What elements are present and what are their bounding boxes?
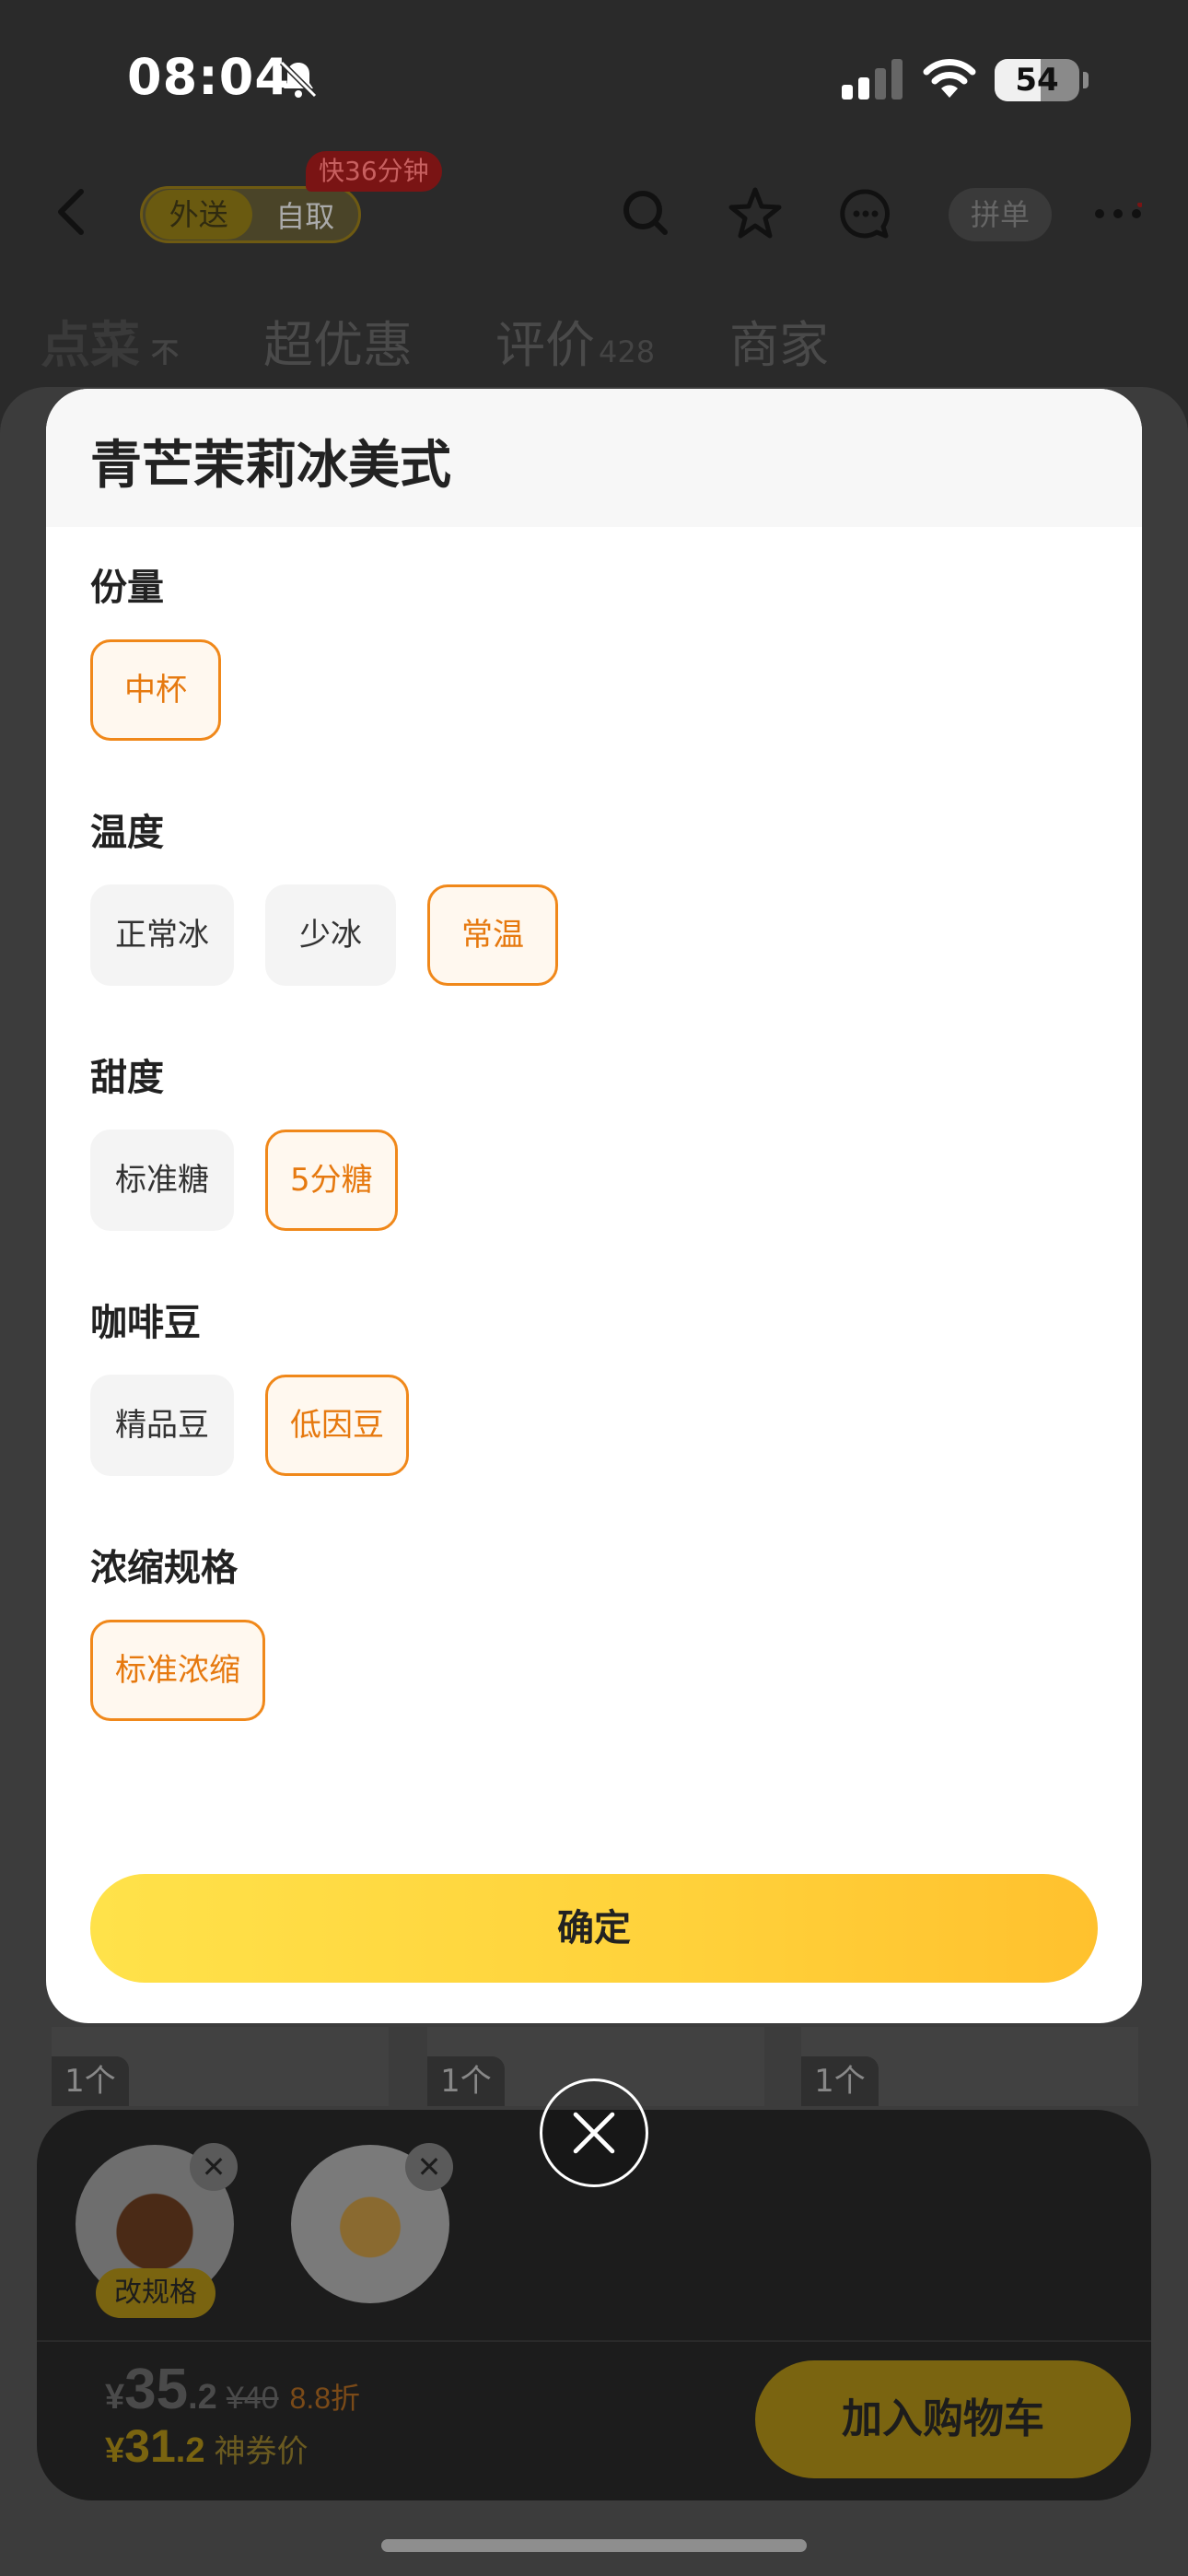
- group-label: 温度: [90, 812, 164, 854]
- mode-pickup[interactable]: 自取: [252, 193, 359, 236]
- option-chip-less-ice[interactable]: 少冰: [265, 884, 396, 986]
- coupon-price-line: ¥31.2 神券价: [105, 2419, 308, 2473]
- option-group-beans: 咖啡豆 精品豆 低因豆: [90, 1295, 1103, 1476]
- battery-icon: 54: [995, 59, 1079, 101]
- status-bar: 08:04 54: [0, 0, 1188, 147]
- option-group-size: 份量 中杯: [90, 560, 1103, 741]
- option-chip-standard-espresso[interactable]: 标准浓缩: [90, 1620, 265, 1721]
- currency-symbol: ¥: [105, 2378, 125, 2417]
- wifi-icon: [923, 59, 976, 98]
- back-arrow-icon[interactable]: [48, 184, 94, 240]
- mode-delivery[interactable]: 外送: [146, 190, 252, 240]
- menu-item-thumb[interactable]: 1个: [801, 2027, 1138, 2106]
- tab-order-sub: 不: [151, 337, 179, 369]
- option-chip-normal-ice[interactable]: 正常冰: [90, 884, 234, 986]
- more-icon[interactable]: [1094, 203, 1142, 225]
- option-chips: 精品豆 低因豆: [90, 1375, 1103, 1476]
- option-chips: 中杯: [90, 639, 1103, 741]
- tab-deals[interactable]: 超优惠: [263, 304, 413, 377]
- confirm-button[interactable]: 确定: [90, 1874, 1098, 1983]
- tab-reviews[interactable]: 评价 428: [495, 304, 655, 377]
- option-chips: 标准浓缩: [90, 1620, 1103, 1721]
- currency-symbol: ¥: [105, 2431, 125, 2470]
- cell-signal-icon: [842, 59, 903, 100]
- option-chip-room-temp[interactable]: 常温: [427, 884, 558, 986]
- option-group-temperature: 温度 正常冰 少冰 常温: [90, 805, 1103, 986]
- remove-item-button[interactable]: ✕: [405, 2143, 453, 2191]
- thumb-quantity: 1个: [801, 2056, 879, 2106]
- tab-merchant[interactable]: 商家: [729, 304, 829, 377]
- option-chip-decaf-bean[interactable]: 低因豆: [265, 1375, 409, 1476]
- change-spec-button[interactable]: 改规格: [96, 2268, 215, 2318]
- modal-header: 青芒茉莉冰美式: [46, 389, 1142, 527]
- eta-badge: 快36分钟: [306, 151, 442, 192]
- option-group-espresso: 浓缩规格 标准浓缩: [90, 1540, 1103, 1721]
- search-icon[interactable]: [617, 184, 676, 243]
- option-chip-standard-sugar[interactable]: 标准糖: [90, 1130, 234, 1231]
- group-order-button[interactable]: 拼单: [949, 188, 1052, 241]
- coupon-label: 神券价: [214, 2434, 309, 2469]
- review-count: 428: [599, 334, 656, 369]
- product-title: 青芒茉莉冰美式: [90, 436, 451, 496]
- close-modal-icon[interactable]: [540, 2078, 648, 2187]
- home-indicator: [381, 2539, 807, 2552]
- thumb-quantity: 1个: [52, 2056, 129, 2106]
- tab-row: 点菜不 超优惠 评价 428 商家: [0, 304, 1188, 387]
- group-label: 甜度: [90, 1057, 164, 1099]
- bell-mute-icon: [279, 60, 318, 99]
- battery-percent: 54: [1015, 62, 1059, 99]
- option-chips: 标准糖 5分糖: [90, 1130, 1103, 1231]
- option-group-sweetness: 甜度 标准糖 5分糖: [90, 1050, 1103, 1231]
- battery-cap: [1083, 72, 1089, 88]
- group-label: 浓缩规格: [90, 1547, 238, 1589]
- remove-item-button[interactable]: ✕: [190, 2143, 238, 2191]
- tab-order[interactable]: 点菜不: [41, 304, 179, 377]
- add-to-cart-button[interactable]: 加入购物车: [755, 2360, 1131, 2478]
- group-label: 份量: [90, 567, 164, 609]
- price-decimal: .2: [188, 2378, 217, 2417]
- delivery-mode-toggle[interactable]: 外送 自取: [140, 186, 361, 243]
- discount-label: 8.8折: [289, 2382, 361, 2415]
- spec-modal: 青芒茉莉冰美式 份量 中杯 温度 正常冰 少冰 常温 甜度 标准糖 5分糖 咖啡…: [46, 389, 1142, 2023]
- cart-divider: [37, 2340, 1151, 2342]
- option-chip-medium[interactable]: 中杯: [90, 639, 221, 741]
- menu-item-thumb[interactable]: 1个: [52, 2027, 389, 2106]
- group-label: 咖啡豆: [90, 1302, 201, 1344]
- coupon-price-decimal: .2: [175, 2431, 205, 2470]
- original-price: ¥40: [226, 2381, 279, 2416]
- nav-bar: 外送 自取 快36分钟 拼单: [0, 151, 1188, 258]
- tab-reviews-label: 评价: [495, 316, 595, 374]
- option-chip-half-sugar[interactable]: 5分糖: [265, 1130, 398, 1231]
- thumb-quantity: 1个: [427, 2056, 505, 2106]
- star-favorite-icon[interactable]: [726, 184, 785, 243]
- tab-order-label: 点菜: [41, 316, 140, 374]
- coupon-price-integer: 31: [124, 2420, 176, 2472]
- price-integer: 35: [124, 2358, 189, 2421]
- option-chips: 正常冰 少冰 常温: [90, 884, 1103, 986]
- chat-icon[interactable]: [836, 184, 895, 243]
- status-time: 08:04: [127, 48, 290, 106]
- price-line: ¥35.2 ¥40 8.8折: [105, 2357, 360, 2422]
- option-chip-premium-bean[interactable]: 精品豆: [90, 1375, 234, 1476]
